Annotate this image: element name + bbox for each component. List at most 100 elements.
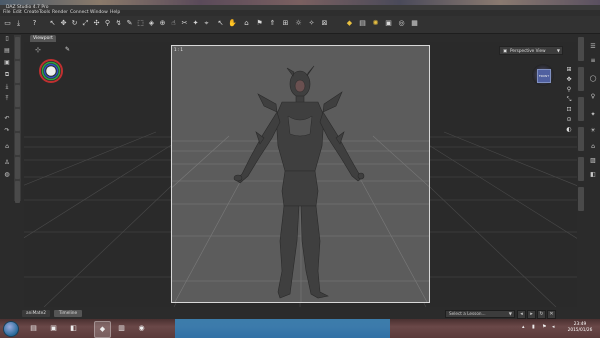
zoom-icon[interactable]: ⚲ xyxy=(565,86,573,94)
left-tab-4[interactable] xyxy=(15,109,20,131)
left-tab-2[interactable] xyxy=(15,61,20,83)
universal-icon[interactable]: ✣ xyxy=(92,19,101,28)
surfaces-icon[interactable]: ◯ xyxy=(589,75,597,83)
render-icon[interactable]: ✂ xyxy=(180,19,189,28)
cameras-icon[interactable]: ⌂ xyxy=(589,143,597,151)
lesson-close-icon[interactable]: ✕ xyxy=(547,310,556,319)
female-figure-model[interactable] xyxy=(172,46,429,302)
bend-icon[interactable]: ↯ xyxy=(114,19,123,28)
lesson-next-icon[interactable]: ▸ xyxy=(527,310,536,319)
help-icon[interactable]: ? xyxy=(30,19,39,28)
aim-icon[interactable]: ⊙ xyxy=(565,116,573,124)
tab-viewport[interactable]: Viewport xyxy=(30,35,56,42)
explorer-app-icon[interactable]: ▤ xyxy=(26,321,41,336)
chrome-app-icon[interactable]: ◉ xyxy=(134,321,149,336)
surface-selection-icon[interactable]: ⬚ xyxy=(136,19,145,28)
right-tab-3[interactable] xyxy=(578,97,584,121)
light-icon[interactable]: ✦ xyxy=(191,19,200,28)
region-nav-icon[interactable]: ⊕ xyxy=(158,19,167,28)
geometry-editor-icon[interactable]: ◈ xyxy=(147,19,156,28)
content-library-icon[interactable]: ⌂ xyxy=(3,143,11,151)
lock-icon[interactable]: ⊞ xyxy=(281,19,290,28)
joint-editor-icon[interactable]: ⚲ xyxy=(103,19,112,28)
daz-install-icon[interactable]: ▣ xyxy=(46,321,61,336)
reset-view-icon[interactable]: ◐ xyxy=(565,126,573,134)
left-tab-6[interactable] xyxy=(15,157,20,179)
arrow-up-icon[interactable]: ⇑ xyxy=(268,19,277,28)
rotate-icon[interactable]: ↻ xyxy=(70,19,79,28)
save-render-icon[interactable]: ▦ xyxy=(410,19,419,28)
posing-icon-right[interactable]: ✦ xyxy=(589,111,597,119)
scene-icon[interactable]: ☰ xyxy=(589,43,597,51)
open-scene-icon[interactable]: ▤ xyxy=(3,47,11,55)
new-file-icon[interactable]: ▭ xyxy=(3,19,12,28)
render-settings-icon[interactable]: ▤ xyxy=(358,19,367,28)
lesson-prev-icon[interactable]: ◂ xyxy=(517,310,526,319)
folder-app-icon[interactable]: ▥ xyxy=(114,321,129,336)
photoshop-icon[interactable]: ◧ xyxy=(66,321,81,336)
shaping-icon[interactable]: ♀ xyxy=(589,93,597,101)
volume-icon[interactable]: ◂ xyxy=(552,324,555,330)
redo-icon[interactable]: ↷ xyxy=(3,127,11,135)
3d-viewport[interactable]: 1 : 1 ⊹ ✎ ▣ Perspective View ▼ FRONT ⊞ ✥… xyxy=(24,42,577,307)
viewcube[interactable]: FRONT xyxy=(532,64,554,86)
merge-icon[interactable]: ⧉ xyxy=(3,71,11,79)
tab-timeline[interactable]: Timeline xyxy=(54,310,82,317)
network-icon[interactable]: ▮ xyxy=(532,324,535,330)
environment-icon[interactable]: ⌂ xyxy=(242,19,251,28)
lights-icon[interactable]: ☀ xyxy=(589,127,597,135)
right-tab-1[interactable] xyxy=(578,37,584,61)
figure-icon[interactable]: ⚑ xyxy=(255,19,264,28)
lesson-selector[interactable]: Select a Lesson... ▼ xyxy=(445,310,515,318)
right-tab-6[interactable] xyxy=(578,187,584,211)
camera-selector[interactable]: ▣ Perspective View ▼ xyxy=(499,46,563,55)
spot-light-icon[interactable]: ✧ xyxy=(307,19,316,28)
pointer-icon[interactable]: ↖ xyxy=(216,19,225,28)
axes-icon[interactable]: ⊹ xyxy=(35,46,41,54)
left-tab-5[interactable] xyxy=(15,133,20,155)
posing-icon[interactable]: ☝ xyxy=(169,19,178,28)
select-icon[interactable]: ↖ xyxy=(48,19,57,28)
render-settings-icon-right[interactable]: ▨ xyxy=(589,157,597,165)
dolly-icon[interactable]: ⤡ xyxy=(565,96,573,104)
node-weight-icon[interactable]: ✎ xyxy=(125,19,134,28)
tray-arrow-icon[interactable]: ▴ xyxy=(522,324,525,330)
aux-viewport-icon[interactable]: ◧ xyxy=(589,171,597,179)
headlamp-icon[interactable]: ✎ xyxy=(65,46,70,53)
tips-icon[interactable]: ◍ xyxy=(3,171,11,179)
camera-icon[interactable]: ⌖ xyxy=(202,19,211,28)
parameters-icon[interactable]: ≡ xyxy=(589,57,597,65)
view-select-icon[interactable]: ⊞ xyxy=(565,66,573,74)
import-icon[interactable]: ⤓ xyxy=(3,83,11,91)
right-tab-5[interactable] xyxy=(578,157,584,181)
spot-render-icon[interactable]: ◆ xyxy=(345,19,354,28)
scale-icon[interactable]: ⤢ xyxy=(81,19,90,28)
open-icon[interactable]: ⤓ xyxy=(14,19,23,28)
light-bulb-icon[interactable]: ☼ xyxy=(294,19,303,28)
camera-render-icon[interactable]: ◎ xyxy=(397,19,406,28)
right-tab-2[interactable] xyxy=(578,67,584,91)
daz-studio-taskbar-icon[interactable]: ◆ xyxy=(94,321,111,338)
viewcube-face[interactable]: FRONT xyxy=(537,69,551,83)
export-icon[interactable]: ⤒ xyxy=(3,95,11,103)
move-icon[interactable]: ✥ xyxy=(59,19,68,28)
left-tab-3[interactable] xyxy=(15,85,20,107)
lesson-reload-icon[interactable]: ↻ xyxy=(537,310,546,319)
taskbar-clock[interactable]: 23:49 2015/01/26 xyxy=(565,322,595,334)
tab-animate2[interactable]: aniMate2 xyxy=(22,310,50,317)
grid-icon[interactable]: ⊠ xyxy=(320,19,329,28)
save-scene-icon[interactable]: ▣ xyxy=(3,59,11,67)
orbit-icon[interactable]: ✥ xyxy=(565,76,573,84)
start-button[interactable] xyxy=(3,321,19,337)
new-scene-icon[interactable]: ▯ xyxy=(3,35,11,43)
left-tab-7[interactable] xyxy=(15,181,20,203)
hand-icon[interactable]: ✋ xyxy=(228,19,237,28)
undo-icon[interactable]: ↶ xyxy=(3,115,11,123)
right-tab-4[interactable] xyxy=(578,127,584,151)
flag-icon[interactable]: ⚑ xyxy=(542,324,546,330)
figure-icon-left[interactable]: ♙ xyxy=(3,159,11,167)
frame-icon[interactable]: ⊡ xyxy=(565,106,573,114)
render-library-icon[interactable]: ▣ xyxy=(384,19,393,28)
left-tab-1[interactable] xyxy=(15,37,20,59)
rotation-gizmo[interactable] xyxy=(38,58,64,84)
